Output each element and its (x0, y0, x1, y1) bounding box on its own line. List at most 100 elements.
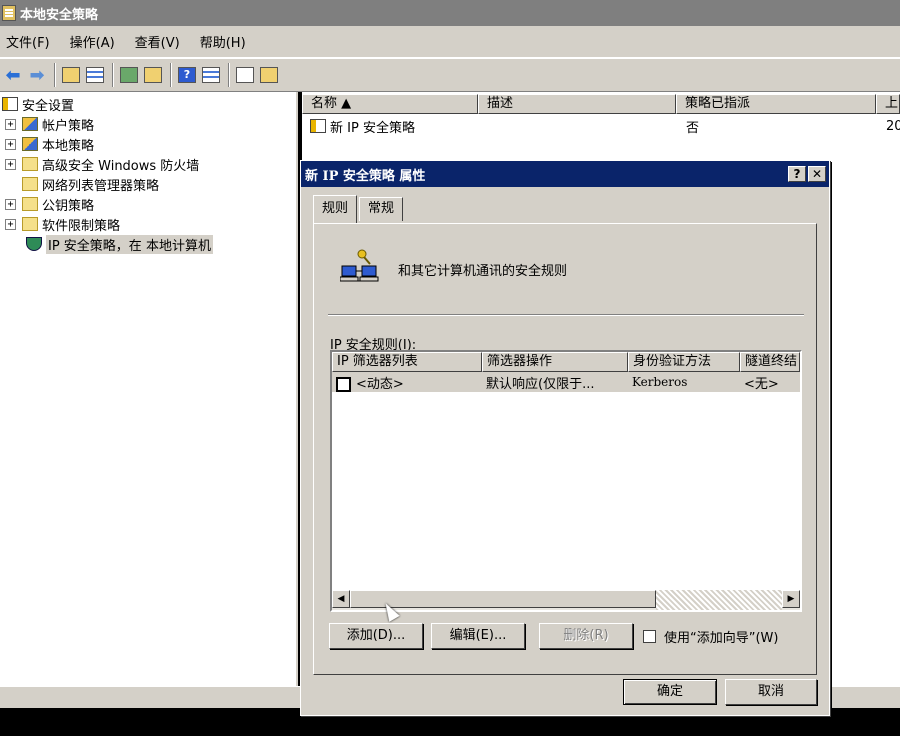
manage-filters-button[interactable] (258, 64, 280, 86)
manage-filters-icon (260, 67, 278, 83)
policy-folder-icon (22, 117, 38, 131)
column-header-filter-action[interactable]: 筛选器操作 (482, 352, 628, 372)
column-header-last-modified[interactable]: 上 (876, 94, 900, 114)
window-title: 本地安全策略 (20, 7, 99, 23)
tree-expander[interactable]: + (5, 158, 16, 170)
tree-expander[interactable]: + (5, 118, 16, 130)
up-folder-icon (62, 67, 80, 83)
use-wizard-label: 使用“添加向导”(W) (664, 631, 779, 646)
policy-properties-dialog: 新 IP 安全策略 属性 ? ✕ 规则 常规 和其它计算机通讯的安全规则 IP … (300, 160, 830, 716)
remove-button[interactable]: 删除(R) (539, 623, 633, 649)
back-arrow-icon: ⬅ (5, 64, 21, 86)
help-button[interactable]: ? (176, 64, 198, 86)
use-wizard-checkbox[interactable] (643, 630, 656, 643)
ip-security-rules-list[interactable]: IP 筛选器列表 筛选器操作 身份验证方法 隧道终结 <动态> 默认响应(仅限于… (330, 350, 802, 612)
forward-arrow-icon: ➡ (29, 64, 45, 86)
help-icon: ? (178, 67, 196, 83)
tree-expander[interactable]: + (5, 198, 16, 210)
toolbar-separator (228, 63, 230, 87)
menu-bar: 文件(F) 操作(A) 查看(V) 帮助(H) (0, 26, 900, 58)
ip-policy-icon (310, 119, 326, 133)
tree-item-local-policies[interactable]: + 本地策略 (5, 134, 94, 154)
close-button[interactable]: ✕ (808, 166, 826, 182)
rule-tunnel-endpoint: <无> (744, 376, 779, 392)
column-header-assigned[interactable]: 策略已指派 (676, 94, 876, 114)
tree-item-public-key[interactable]: + 公钥策略 (5, 194, 94, 214)
list-item[interactable]: 新 IP 安全策略 否 20 (310, 116, 900, 136)
tree-item-label: 公钥策略 (42, 198, 95, 214)
column-header-name[interactable]: 名称 ▲ (302, 94, 478, 114)
tree-item-security-settings[interactable]: 安全设置 (2, 94, 74, 114)
column-header-tunnel-endpoint[interactable]: 隧道终结 (740, 352, 800, 372)
scrollbar-thumb[interactable] (350, 590, 656, 608)
column-header-auth-method[interactable]: 身份验证方法 (628, 352, 740, 372)
properties-icon (202, 67, 220, 83)
use-wizard-option[interactable]: 使用“添加向导”(W) (643, 627, 778, 646)
local-security-policy-icon (2, 5, 16, 21)
rules-list-header: IP 筛选器列表 筛选器操作 身份验证方法 隧道终结 (332, 352, 800, 372)
toolbar: ⬅ ➡ ? (0, 58, 900, 92)
new-policy-icon (236, 67, 254, 83)
help-question-button[interactable]: ? (788, 166, 806, 182)
tree-item-label: IP 安全策略，在 本地计算机 (46, 234, 213, 254)
tab-general[interactable]: 常规 (359, 197, 404, 221)
tab-rules[interactable]: 规则 (313, 195, 358, 223)
edit-button[interactable]: 编辑(E)... (431, 623, 525, 649)
folder-icon (22, 197, 38, 211)
properties-button[interactable] (200, 64, 222, 86)
tree-item-ip-security[interactable]: IP 安全策略，在 本地计算机 (26, 234, 213, 254)
column-header-filter-list[interactable]: IP 筛选器列表 (332, 352, 482, 372)
rule-filter-list: <动态> (356, 376, 404, 392)
tree-item-label: 安全设置 (22, 98, 75, 114)
list-header: 名称 ▲ 描述 策略已指派 上 (302, 94, 900, 114)
scrollbar-track[interactable] (656, 590, 782, 610)
add-button[interactable]: 添加(D)... (329, 623, 423, 649)
scroll-right-button[interactable]: ▶ (782, 590, 800, 608)
menu-help[interactable]: 帮助(H) (198, 30, 248, 53)
tree-expander[interactable]: + (5, 218, 16, 230)
console-tree[interactable]: 安全设置 + 帐户策略 + 本地策略 + 高级安全 Windows 防火墙 网络… (0, 92, 298, 686)
tree-expander[interactable]: + (5, 138, 16, 150)
dialog-title: 新 IP 安全策略 属性 (305, 168, 426, 184)
policy-assigned: 否 (686, 120, 700, 136)
policy-name: 新 IP 安全策略 (330, 120, 415, 136)
toolbar-separator (170, 63, 172, 87)
column-header-description[interactable]: 描述 (478, 94, 676, 114)
menu-action[interactable]: 操作(A) (68, 30, 117, 53)
rule-checkbox[interactable] (336, 376, 351, 392)
window-title-bar[interactable]: 本地安全策略 (0, 0, 900, 26)
rule-filter-action: 默认响应(仅限于... (486, 376, 595, 392)
folder-icon (22, 217, 38, 231)
cancel-button[interactable]: 取消 (725, 679, 817, 705)
export-icon (144, 67, 162, 83)
ok-button[interactable]: 确定 (623, 679, 717, 705)
menu-file[interactable]: 文件(F) (4, 30, 52, 53)
rules-description: 和其它计算机通讯的安全规则 (398, 264, 568, 279)
tree-item-label: 本地策略 (42, 138, 95, 154)
tree-item-software-restriction[interactable]: + 软件限制策略 (5, 214, 120, 234)
separator (328, 314, 804, 316)
up-level-button[interactable] (60, 64, 82, 86)
folder-icon (22, 177, 38, 191)
export-list-button[interactable] (142, 64, 164, 86)
policy-icon (2, 97, 18, 111)
back-button[interactable]: ⬅ (2, 64, 24, 86)
toolbar-separator (54, 63, 56, 87)
tree-item-label: 软件限制策略 (42, 218, 121, 234)
horizontal-scrollbar[interactable]: ◀ ▶ (332, 590, 800, 610)
table-row[interactable]: <动态> 默认响应(仅限于... Kerberos <无> (332, 372, 800, 392)
show-hide-tree-button[interactable] (84, 64, 106, 86)
tree-item-account-policies[interactable]: + 帐户策略 (5, 114, 94, 134)
new-policy-button[interactable] (234, 64, 256, 86)
policy-folder-icon (22, 137, 38, 151)
dialog-tabs: 规则 常规 (313, 195, 405, 223)
dialog-title-bar[interactable]: 新 IP 安全策略 属性 ? ✕ (301, 161, 829, 187)
tree-item-label: 网络列表管理器策略 (42, 178, 160, 194)
forward-button[interactable]: ➡ (26, 64, 48, 86)
scroll-left-button[interactable]: ◀ (332, 590, 350, 608)
tree-item-network-list-manager[interactable]: 网络列表管理器策略 (22, 174, 159, 194)
tree-item-firewall[interactable]: + 高级安全 Windows 防火墙 (5, 154, 199, 174)
refresh-button[interactable] (118, 64, 140, 86)
rule-auth-method: Kerberos (632, 375, 688, 389)
menu-view[interactable]: 查看(V) (133, 30, 182, 53)
